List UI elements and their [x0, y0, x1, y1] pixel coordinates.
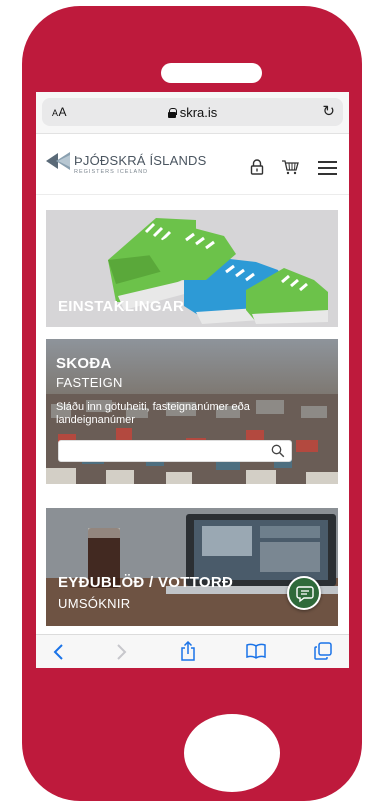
card-einstaklingar-title: EINSTAKLINGAR: [58, 298, 185, 315]
cart-icon[interactable]: [281, 159, 299, 180]
card-skoda-description: Sláðu inn götuheiti, fasteignanúmer eða …: [56, 401, 250, 426]
menu-icon[interactable]: [318, 161, 337, 175]
phone-speaker: [161, 63, 262, 83]
padlock-icon[interactable]: [250, 159, 264, 180]
logo-subtitle: REGISTERS ICELAND: [74, 169, 149, 175]
card-skoda-title: SKOÐA: [56, 355, 112, 372]
logo-title: ÞJÓÐSKRÁ ÍSLANDS: [74, 153, 207, 168]
browser-toolbar: [36, 634, 349, 668]
lock-icon: [167, 108, 177, 118]
card-skoda-subtitle: FASTEIGN: [56, 375, 123, 390]
share-icon[interactable]: [180, 640, 196, 666]
url-text: skra.is: [179, 105, 218, 120]
address-bar[interactable]: AA skra.is ↻: [42, 98, 343, 126]
chat-icon: [296, 586, 314, 603]
card-eydublod-vottord[interactable]: EYÐUBLÖÐ / VOTTORÐ UMSÓKNIR: [46, 508, 338, 626]
bookmarks-icon[interactable]: [246, 643, 266, 664]
site-logo[interactable]: ÞJÓÐSKRÁ ÍSLANDS REGISTERS ICELAND: [74, 153, 207, 175]
search-icon[interactable]: [271, 444, 285, 463]
back-icon[interactable]: [52, 643, 64, 666]
property-search-input[interactable]: [58, 440, 292, 462]
site-header: ÞJÓÐSKRÁ ÍSLANDS REGISTERS ICELAND: [36, 135, 349, 195]
card-einstaklingar[interactable]: EINSTAKLINGAR: [46, 210, 338, 327]
forward-icon[interactable]: [116, 643, 128, 666]
card-skoda-fasteign: SKOÐA FASTEIGN Sláðu inn götuheiti, fast…: [46, 339, 338, 484]
phone-home-button[interactable]: [184, 714, 280, 792]
card-eydublod-subtitle: UMSÓKNIR: [58, 596, 131, 611]
phone-screen: AA skra.is ↻ ÞJÓÐSKRÁ ÍSLANDS REGISTERS …: [36, 92, 349, 668]
reload-icon[interactable]: ↻: [322, 102, 335, 120]
browser-address-area: AA skra.is ↻: [36, 92, 349, 134]
logo-mark-icon[interactable]: [46, 151, 72, 176]
chat-button[interactable]: [287, 576, 321, 610]
tabs-icon[interactable]: [314, 642, 332, 665]
url-display[interactable]: skra.is: [42, 105, 343, 120]
card-eydublod-title: EYÐUBLÖÐ / VOTTORÐ: [58, 574, 234, 591]
